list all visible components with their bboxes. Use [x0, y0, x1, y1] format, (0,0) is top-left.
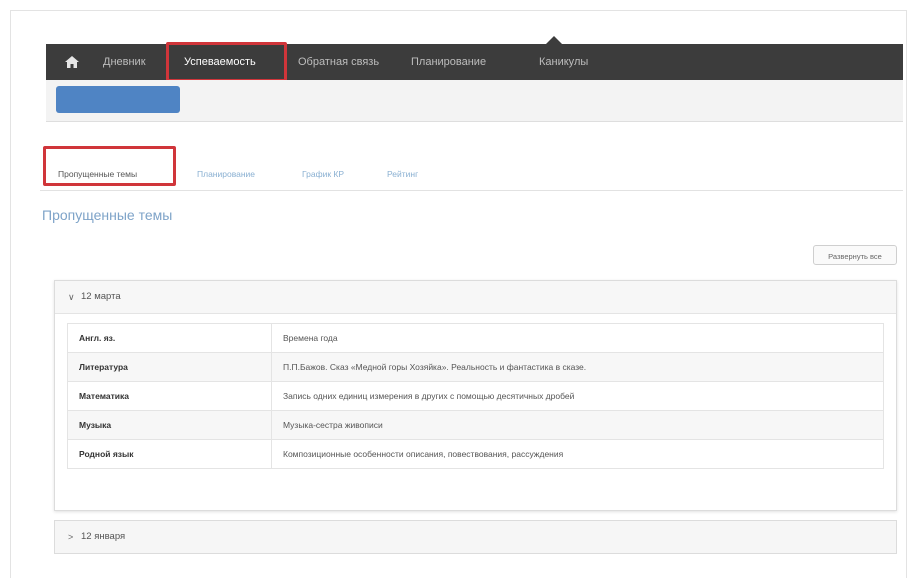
nav-highlight-box: [166, 42, 287, 82]
table-row: Литература П.П.Бажов. Сказ «Медной горы …: [67, 352, 884, 382]
nav-item-feedback[interactable]: Обратная связь: [298, 44, 379, 80]
nav-caret-indicator: [546, 36, 562, 44]
tab-test-schedule[interactable]: График КР: [302, 160, 344, 188]
chevron-right-icon: >: [68, 532, 74, 542]
subject-cell: Литература: [67, 352, 272, 382]
accordion-title: 12 января: [81, 531, 126, 542]
subject-cell: Музыка: [67, 410, 272, 440]
nav-item-diary[interactable]: Дневник: [103, 44, 146, 80]
table-row: Музыка Музыка-сестра живописи: [67, 410, 884, 440]
topic-cell: Композиционные особенности описания, пов…: [271, 439, 884, 469]
accordion-panel-closed: > 12 января: [54, 520, 897, 554]
missed-topics-table: Англ. яз. Времена года Литература П.П.Ба…: [67, 323, 884, 469]
tab-highlight-box: [43, 146, 176, 186]
primary-action-button[interactable]: [56, 86, 180, 113]
accordion-header[interactable]: > 12 января: [55, 521, 896, 553]
table-row: Англ. яз. Времена года: [67, 323, 884, 353]
topic-cell: Музыка-сестра живописи: [271, 410, 884, 440]
page-title: Пропущенные темы: [42, 207, 173, 223]
accordion-panel-open: ∨ 12 марта Англ. яз. Времена года Литера…: [54, 280, 897, 511]
accordion-title: 12 марта: [81, 291, 121, 302]
nav-item-planning[interactable]: Планирование: [411, 44, 486, 80]
accordion-header[interactable]: ∨ 12 марта: [55, 281, 896, 314]
tab-rating[interactable]: Рейтинг: [387, 160, 418, 188]
topic-cell: П.П.Бажов. Сказ «Медной горы Хозяйка». Р…: [271, 352, 884, 382]
subject-cell: Математика: [67, 381, 272, 411]
topic-cell: Запись одних единиц измерения в других с…: [271, 381, 884, 411]
chevron-down-icon: ∨: [68, 292, 75, 302]
tab-planning[interactable]: Планирование: [197, 160, 255, 188]
table-row: Математика Запись одних единиц измерения…: [67, 381, 884, 411]
expand-all-button[interactable]: Развернуть все: [813, 245, 897, 265]
home-icon[interactable]: [64, 54, 80, 70]
topic-cell: Времена года: [271, 323, 884, 353]
nav-item-holidays[interactable]: Каникулы: [539, 44, 588, 80]
subject-cell: Родной язык: [67, 439, 272, 469]
table-row: Родной язык Композиционные особенности о…: [67, 439, 884, 469]
subject-cell: Англ. яз.: [67, 323, 272, 353]
tabs-divider: [40, 190, 903, 191]
